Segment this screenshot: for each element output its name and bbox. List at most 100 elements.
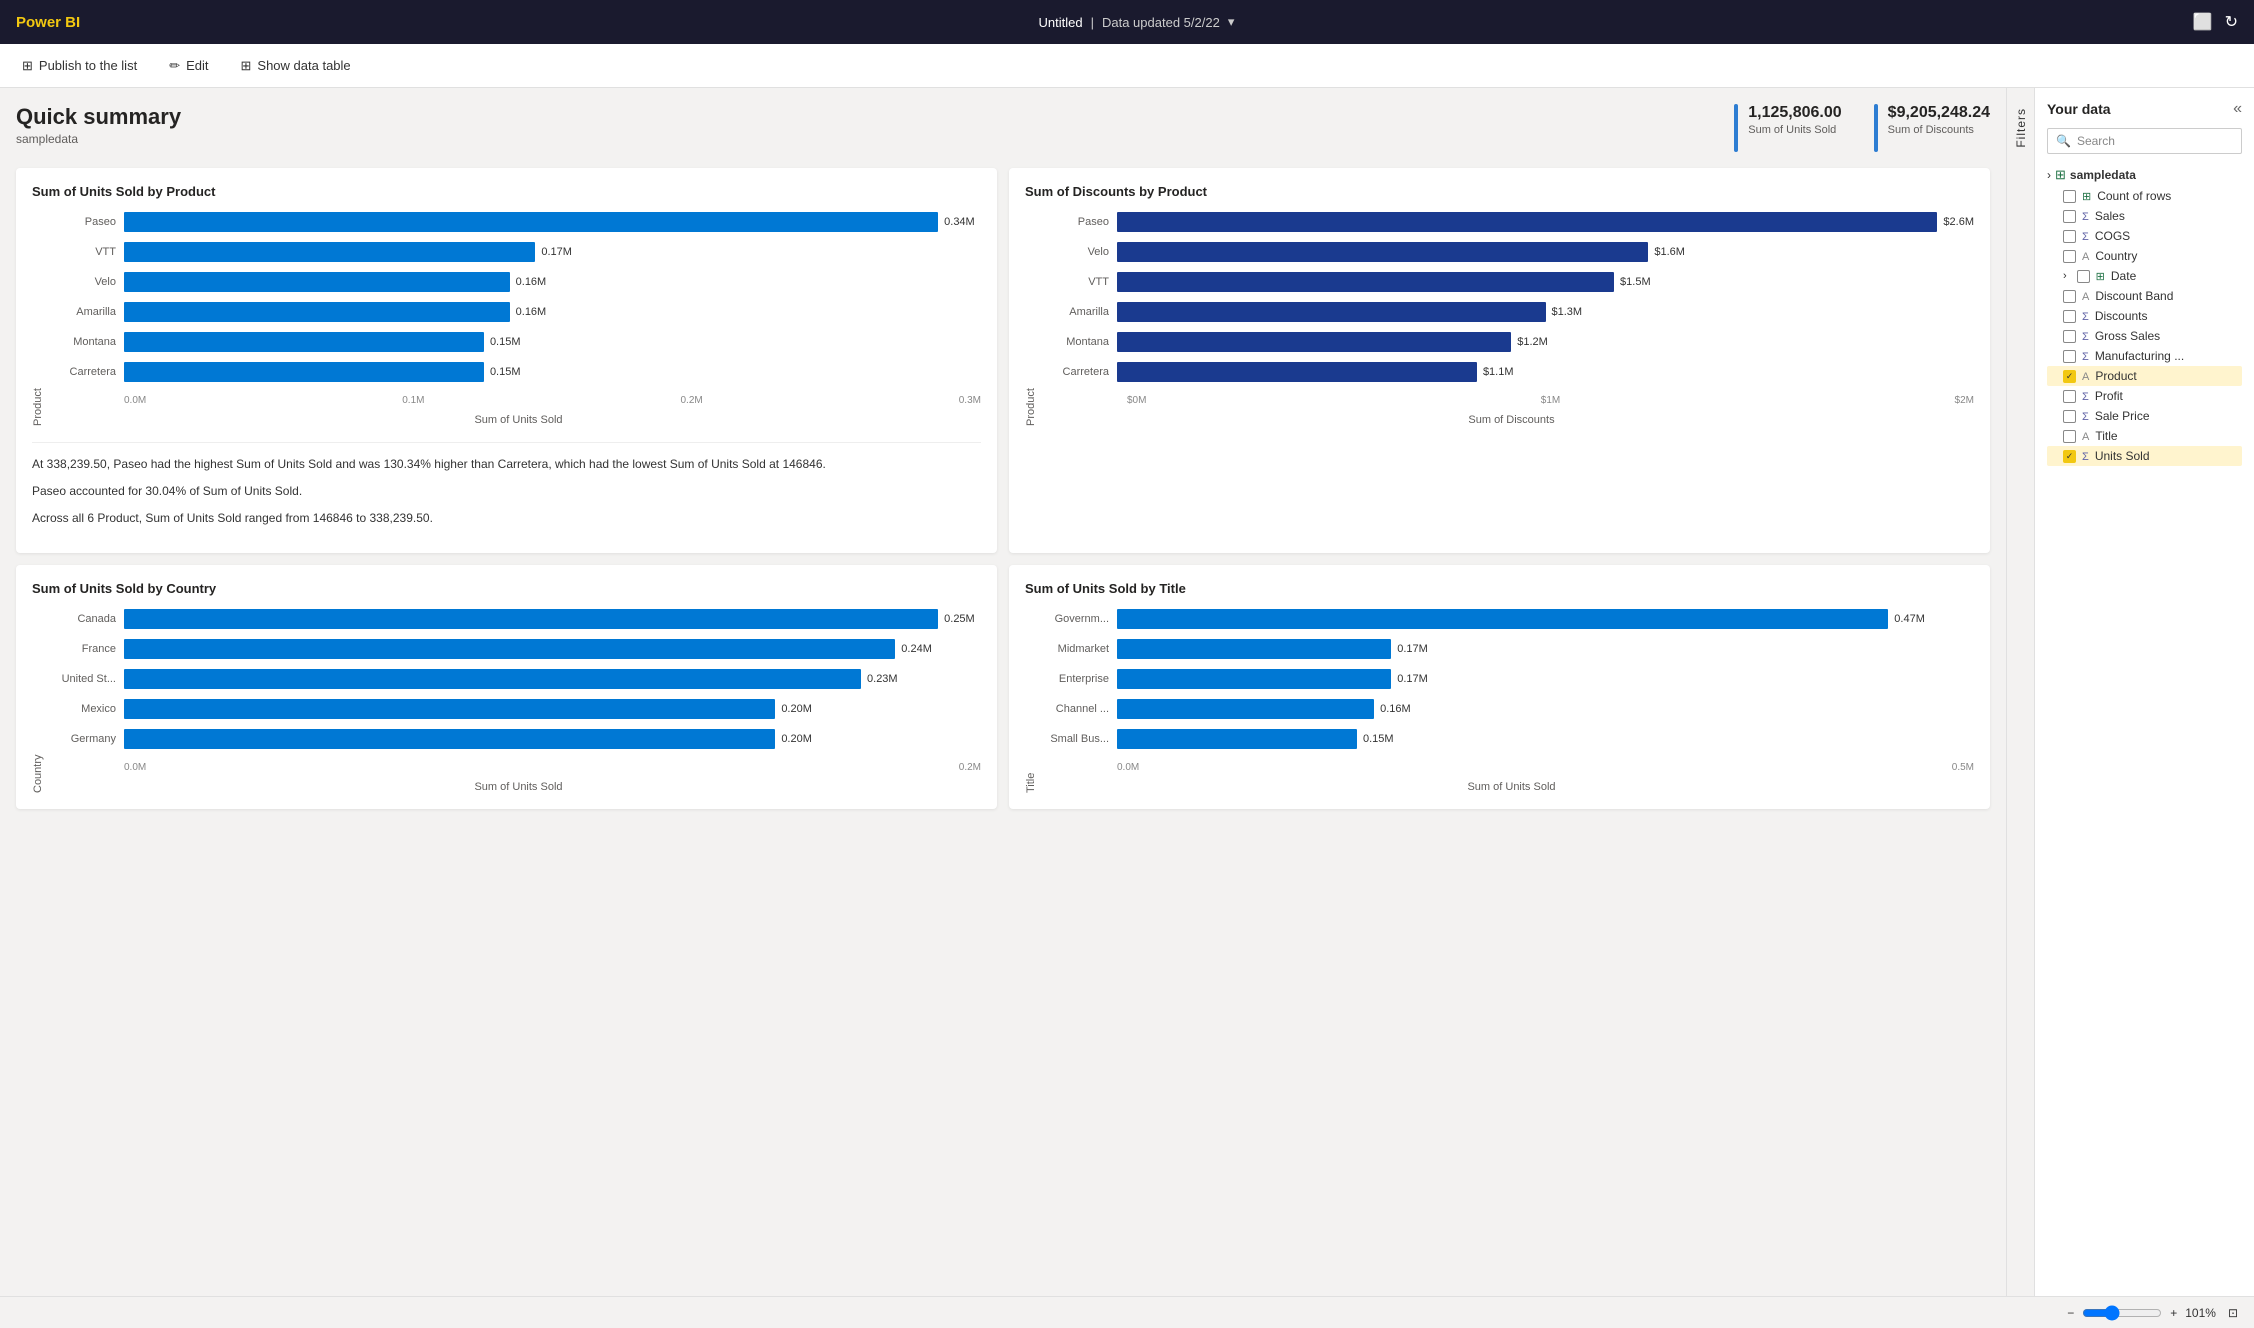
publish-button[interactable]: ⊞ Publish to the list bbox=[16, 54, 143, 78]
bar-container: 0.17M bbox=[1117, 668, 1974, 690]
data-item-checkbox[interactable] bbox=[2063, 330, 2076, 343]
x-tick: 0.2M bbox=[959, 762, 981, 773]
bar-container: 0.24M bbox=[124, 638, 981, 660]
data-item-label: Sale Price bbox=[2095, 409, 2150, 423]
bar-label: France bbox=[56, 643, 116, 655]
sidebar-collapse-button[interactable]: « bbox=[2233, 100, 2242, 118]
zoom-out-button[interactable]: − bbox=[2067, 1306, 2074, 1320]
data-item-checkbox[interactable] bbox=[2063, 310, 2076, 323]
x-tick: 0.3M bbox=[959, 395, 981, 406]
bar-row: Montana$1.2M bbox=[1049, 331, 1974, 353]
sidebar-data-item[interactable]: ATitle bbox=[2047, 426, 2242, 446]
fit-page-icon[interactable]: ⊡ bbox=[2228, 1306, 2238, 1320]
bar-row: Carretera0.15M bbox=[56, 361, 981, 383]
bar-value-label: 0.15M bbox=[1363, 733, 1394, 745]
sidebar-data-item[interactable]: ΣSales bbox=[2047, 206, 2242, 226]
units-product-y-label: Product bbox=[32, 211, 44, 426]
discounts-product-x-label: Sum of Discounts bbox=[1049, 414, 1974, 426]
bar-container: $1.6M bbox=[1117, 241, 1974, 263]
data-item-checkbox[interactable] bbox=[2063, 450, 2076, 463]
sidebar-data-item[interactable]: ΣManufacturing ... bbox=[2047, 346, 2242, 366]
sidebar-title: Your data bbox=[2047, 101, 2111, 117]
zoom-slider[interactable] bbox=[2082, 1305, 2162, 1321]
show-data-table-button[interactable]: ⊞ Show data table bbox=[235, 54, 357, 78]
report-title: Untitled bbox=[1039, 15, 1083, 30]
kpi-units-values: 1,125,806.00 Sum of Units Sold bbox=[1748, 104, 1841, 136]
bar-value-label: 0.23M bbox=[867, 673, 898, 685]
bar-fill bbox=[124, 699, 775, 719]
search-box[interactable]: 🔍 Search bbox=[2047, 128, 2242, 154]
units-title-x-label: Sum of Units Sold bbox=[1049, 781, 1974, 793]
bar-label: Midmarket bbox=[1049, 643, 1109, 655]
data-item-checkbox[interactable] bbox=[2063, 430, 2076, 443]
sidebar-data-item[interactable]: ΣUnits Sold bbox=[2047, 446, 2242, 466]
data-item-checkbox[interactable] bbox=[2063, 370, 2076, 383]
data-item-checkbox[interactable] bbox=[2063, 290, 2076, 303]
bar-value-label: $1.5M bbox=[1620, 276, 1651, 288]
sidebar-data-item[interactable]: ›⊞Date bbox=[2047, 266, 2242, 286]
bar-fill bbox=[124, 272, 510, 292]
sidebar-data-item[interactable]: ACountry bbox=[2047, 246, 2242, 266]
sidebar-data-item[interactable]: ΣCOGS bbox=[2047, 226, 2242, 246]
edit-icon: ✏ bbox=[169, 58, 180, 74]
sidebar-inner: Your data « 🔍 Search › ⊞ sampledata ⊞Cou… bbox=[2035, 88, 2254, 1328]
sidebar-data-item[interactable]: ⊞Count of rows bbox=[2047, 186, 2242, 206]
chart-units-title-title: Sum of Units Sold by Title bbox=[1025, 581, 1974, 596]
sidebar-data-item[interactable]: ΣDiscounts bbox=[2047, 306, 2242, 326]
data-item-icon: ⊞ bbox=[2082, 189, 2091, 203]
bar-fill bbox=[124, 729, 775, 749]
chart-units-by-title: Sum of Units Sold by Title Title Governm… bbox=[1009, 565, 1990, 809]
bar-row: Amarilla0.16M bbox=[56, 301, 981, 323]
description-paragraph: Across all 6 Product, Sum of Units Sold … bbox=[32, 509, 981, 528]
bar-container: $1.3M bbox=[1117, 301, 1974, 323]
bar-value-label: 0.17M bbox=[1397, 673, 1428, 685]
bar-row: Montana0.15M bbox=[56, 331, 981, 353]
units-title-y-label: Title bbox=[1025, 608, 1037, 793]
data-item-checkbox[interactable] bbox=[2077, 270, 2090, 283]
data-item-checkbox[interactable] bbox=[2063, 250, 2076, 263]
zoom-in-button[interactable]: + bbox=[2170, 1306, 2177, 1320]
bar-value-label: 0.15M bbox=[490, 336, 521, 348]
sidebar-data-item[interactable]: AProduct bbox=[2047, 366, 2242, 386]
chart-discounts-by-product: Sum of Discounts by Product Product Pase… bbox=[1009, 168, 1990, 553]
expandable-chevron[interactable]: › bbox=[2063, 270, 2067, 282]
filters-label[interactable]: Filters bbox=[2014, 108, 2028, 148]
sidebar-data-item[interactable]: ADiscount Band bbox=[2047, 286, 2242, 306]
data-item-checkbox[interactable] bbox=[2063, 230, 2076, 243]
filters-tab[interactable]: Filters bbox=[2006, 88, 2034, 1328]
data-item-icon: Σ bbox=[2082, 449, 2089, 463]
data-item-checkbox[interactable] bbox=[2063, 210, 2076, 223]
bar-value-label: $1.6M bbox=[1654, 246, 1685, 258]
x-tick: 0.0M bbox=[124, 762, 146, 773]
data-group-header[interactable]: › ⊞ sampledata bbox=[2047, 164, 2242, 186]
summary-title-block: Quick summary sampledata bbox=[16, 104, 1734, 146]
data-item-checkbox[interactable] bbox=[2063, 350, 2076, 363]
bar-row: Enterprise0.17M bbox=[1049, 668, 1974, 690]
refresh-icon[interactable]: ↻ bbox=[2225, 12, 2238, 32]
data-item-icon: A bbox=[2082, 289, 2089, 303]
zoom-level: 101% bbox=[2185, 1306, 2216, 1320]
sidebar-data-item[interactable]: ΣSale Price bbox=[2047, 406, 2242, 426]
bar-value-label: $1.3M bbox=[1552, 306, 1583, 318]
bar-fill bbox=[1117, 332, 1511, 352]
data-item-checkbox[interactable] bbox=[2063, 190, 2076, 203]
bar-label: Carretera bbox=[56, 366, 116, 378]
edit-button[interactable]: ✏ Edit bbox=[163, 54, 214, 78]
data-item-checkbox[interactable] bbox=[2063, 390, 2076, 403]
discounts-product-bars: Paseo$2.6MVelo$1.6MVTT$1.5MAmarilla$1.3M… bbox=[1049, 211, 1974, 391]
sidebar-data-item[interactable]: ΣProfit bbox=[2047, 386, 2242, 406]
bar-label: VTT bbox=[1049, 276, 1109, 288]
chart-discounts-product-title: Sum of Discounts by Product bbox=[1025, 184, 1974, 199]
data-item-checkbox[interactable] bbox=[2063, 410, 2076, 423]
bar-label: VTT bbox=[56, 246, 116, 258]
bar-row: Canada0.25M bbox=[56, 608, 981, 630]
window-icon[interactable]: ⬜ bbox=[2193, 12, 2213, 32]
bar-fill bbox=[124, 362, 484, 382]
x-tick: 0.1M bbox=[402, 395, 424, 406]
sidebar-data-item[interactable]: ΣGross Sales bbox=[2047, 326, 2242, 346]
data-item-icon: A bbox=[2082, 369, 2089, 383]
chart-units-country-title: Sum of Units Sold by Country bbox=[32, 581, 981, 596]
bar-row: Channel ...0.16M bbox=[1049, 698, 1974, 720]
chevron-down-icon[interactable]: ▾ bbox=[1228, 14, 1235, 30]
bar-row: Paseo$2.6M bbox=[1049, 211, 1974, 233]
